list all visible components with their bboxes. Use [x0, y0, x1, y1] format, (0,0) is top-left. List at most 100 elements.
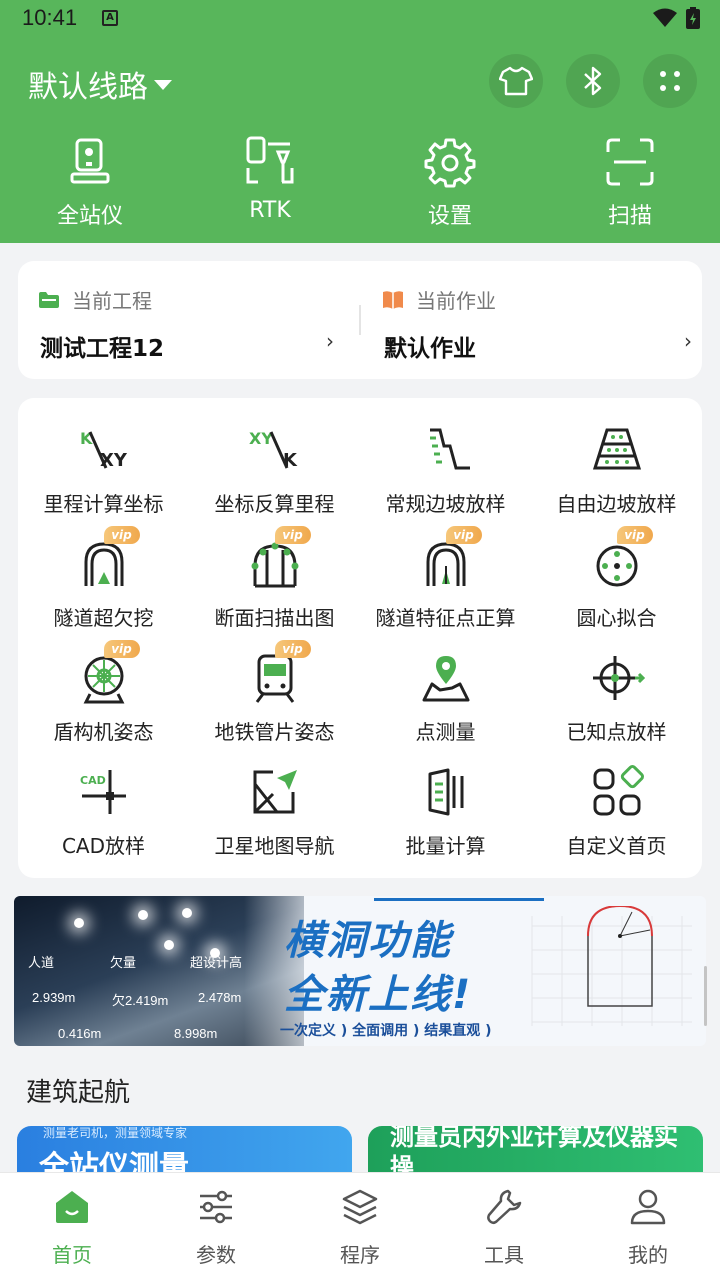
shirt-icon: [499, 66, 533, 96]
bluetooth-button[interactable]: [566, 54, 620, 108]
func-tunnel-feature[interactable]: vip 隧道特征点正算: [360, 512, 531, 630]
func-point-measure[interactable]: 点测量: [360, 626, 531, 744]
tool-rtk[interactable]: RTK: [180, 136, 360, 230]
nav-home[interactable]: 首页: [0, 1173, 144, 1280]
tunnel-icon: [84, 542, 123, 586]
wrench-icon: [487, 1189, 522, 1225]
func-cad[interactable]: CAD CAD放样: [18, 740, 189, 858]
func-custom-home[interactable]: 自定义首页: [531, 740, 702, 858]
free-slope-icon: [592, 428, 641, 470]
func-metro[interactable]: vip 地铁管片姿态: [189, 626, 360, 744]
folder-icon: [39, 291, 59, 308]
func-batch[interactable]: 批量计算: [360, 740, 531, 858]
batch-icon: [428, 768, 463, 816]
shirt-button[interactable]: [489, 54, 543, 108]
current-project-label: 当前工程: [72, 289, 152, 313]
tool-bar: 全站仪 RTK 设置 扫描: [0, 136, 720, 230]
battery-icon: [686, 7, 700, 29]
ime-icon: A: [102, 10, 118, 26]
route-title: 默认线路: [28, 70, 148, 105]
vip-badge: vip: [274, 640, 311, 658]
book-icon: [383, 290, 403, 309]
svg-text:XY: XY: [249, 429, 273, 448]
total-station-icon: [70, 138, 110, 184]
photo-value: 2.478m: [198, 990, 242, 1005]
vip-badge: vip: [616, 526, 653, 544]
vip-badge: vip: [103, 526, 140, 544]
nav-programs[interactable]: 程序: [288, 1173, 432, 1280]
photo-value: 0.416m: [58, 1026, 102, 1041]
sliders-icon: [200, 1190, 232, 1224]
nav-profile[interactable]: 我的: [576, 1173, 720, 1280]
banner-title-2: 全新上线!: [284, 972, 473, 1018]
chevron-right-icon: ›: [326, 329, 334, 353]
status-time: 10:41: [22, 5, 78, 30]
shield-machine-icon: [83, 656, 124, 704]
tool-scan[interactable]: 扫描: [540, 136, 720, 230]
tool-total-station[interactable]: 全站仪: [0, 136, 180, 230]
function-grid: K XY 里程计算坐标 XY K 坐标反算里程 常规边坡放样 自由边坡放样 vip …: [18, 398, 702, 878]
nav-params[interactable]: 参数: [144, 1173, 288, 1280]
map-pin-icon: [422, 656, 469, 702]
func-xy-to-k[interactable]: XY K 坐标反算里程: [189, 398, 360, 516]
func-known-point[interactable]: 已知点放样: [531, 626, 702, 744]
nav-label: 参数: [196, 1243, 236, 1267]
func-circle-fit[interactable]: vip 圆心拟合: [531, 512, 702, 630]
tool-label: 设置: [427, 204, 472, 229]
current-job[interactable]: 当前作业 默认作业 ›: [362, 261, 702, 379]
more-icon: [660, 71, 680, 91]
banner-line: [374, 898, 544, 901]
photo-value: 2.939m: [32, 990, 76, 1005]
gear-icon: [424, 138, 476, 188]
func-label: 自定义首页: [566, 834, 667, 858]
nav-label: 我的: [628, 1243, 668, 1267]
satellite-nav-icon: [253, 770, 297, 814]
current-project[interactable]: 当前工程 测试工程12 ›: [18, 261, 358, 379]
tool-label: 全站仪: [56, 204, 123, 229]
course-tag: 测量老司机，测量领域专家: [43, 1126, 188, 1140]
current-project-value: 测试工程12: [40, 336, 165, 362]
func-slope[interactable]: 常规边坡放样: [360, 398, 531, 516]
func-satellite-nav[interactable]: 卫星地图导航: [189, 740, 360, 858]
func-k-to-xy[interactable]: K XY 里程计算坐标: [18, 398, 189, 516]
tool-settings[interactable]: 设置: [360, 136, 540, 230]
func-tunnel[interactable]: vip 隧道超欠挖: [18, 512, 189, 630]
tunnel-feature-icon: [426, 542, 465, 586]
project-card: 当前工程 测试工程12 › 当前作业 默认作业 ›: [18, 261, 702, 379]
bottom-nav: 首页 参数 程序 工具 我的: [0, 1172, 720, 1280]
vip-badge: vip: [445, 526, 482, 544]
more-button[interactable]: [643, 54, 697, 108]
user-icon: [630, 1189, 666, 1225]
crosshair-icon: [592, 656, 645, 700]
tool-label: 扫描: [607, 204, 652, 229]
func-label: 卫星地图导航: [214, 834, 335, 858]
func-label: CAD放样: [61, 834, 146, 858]
nav-tools[interactable]: 工具: [432, 1173, 576, 1280]
vip-badge: vip: [274, 526, 311, 544]
slope-icon: [429, 428, 470, 470]
promo-banner[interactable]: 人道 欠量 超设计高 2.939m 欠2.419m 2.478m 0.416m …: [14, 896, 706, 1046]
func-section-scan[interactable]: vip 断面扫描出图: [189, 512, 360, 630]
func-free-slope[interactable]: 自由边坡放样: [531, 398, 702, 516]
photo-value: 欠2.419m: [112, 993, 169, 1008]
status-bar: 10:41 A: [0, 0, 720, 36]
nav-label: 工具: [484, 1243, 524, 1267]
route-selector[interactable]: 默认线路: [28, 62, 172, 106]
photo-label: 欠量: [110, 955, 137, 970]
svg-text:XY: XY: [100, 450, 128, 471]
cad-icon: CAD: [80, 770, 126, 814]
func-shield-machine[interactable]: vip 盾构机姿态: [18, 626, 189, 744]
scrollbar[interactable]: [704, 966, 707, 1026]
current-job-value: 默认作业: [384, 336, 476, 362]
k-to-xy-icon: KXY: [80, 429, 128, 471]
wifi-icon: [653, 8, 677, 27]
rtk-icon: [246, 136, 294, 184]
vip-badge: vip: [103, 640, 140, 658]
tool-label: RTK: [249, 198, 291, 223]
caret-down-icon: [154, 80, 172, 90]
metro-icon: [255, 654, 294, 703]
header: 默认线路 全站仪 RTK 设置 扫描: [0, 36, 720, 243]
layers-icon: [342, 1189, 378, 1225]
photo-label: 超设计高: [190, 955, 243, 970]
chevron-right-icon: ›: [684, 329, 692, 353]
